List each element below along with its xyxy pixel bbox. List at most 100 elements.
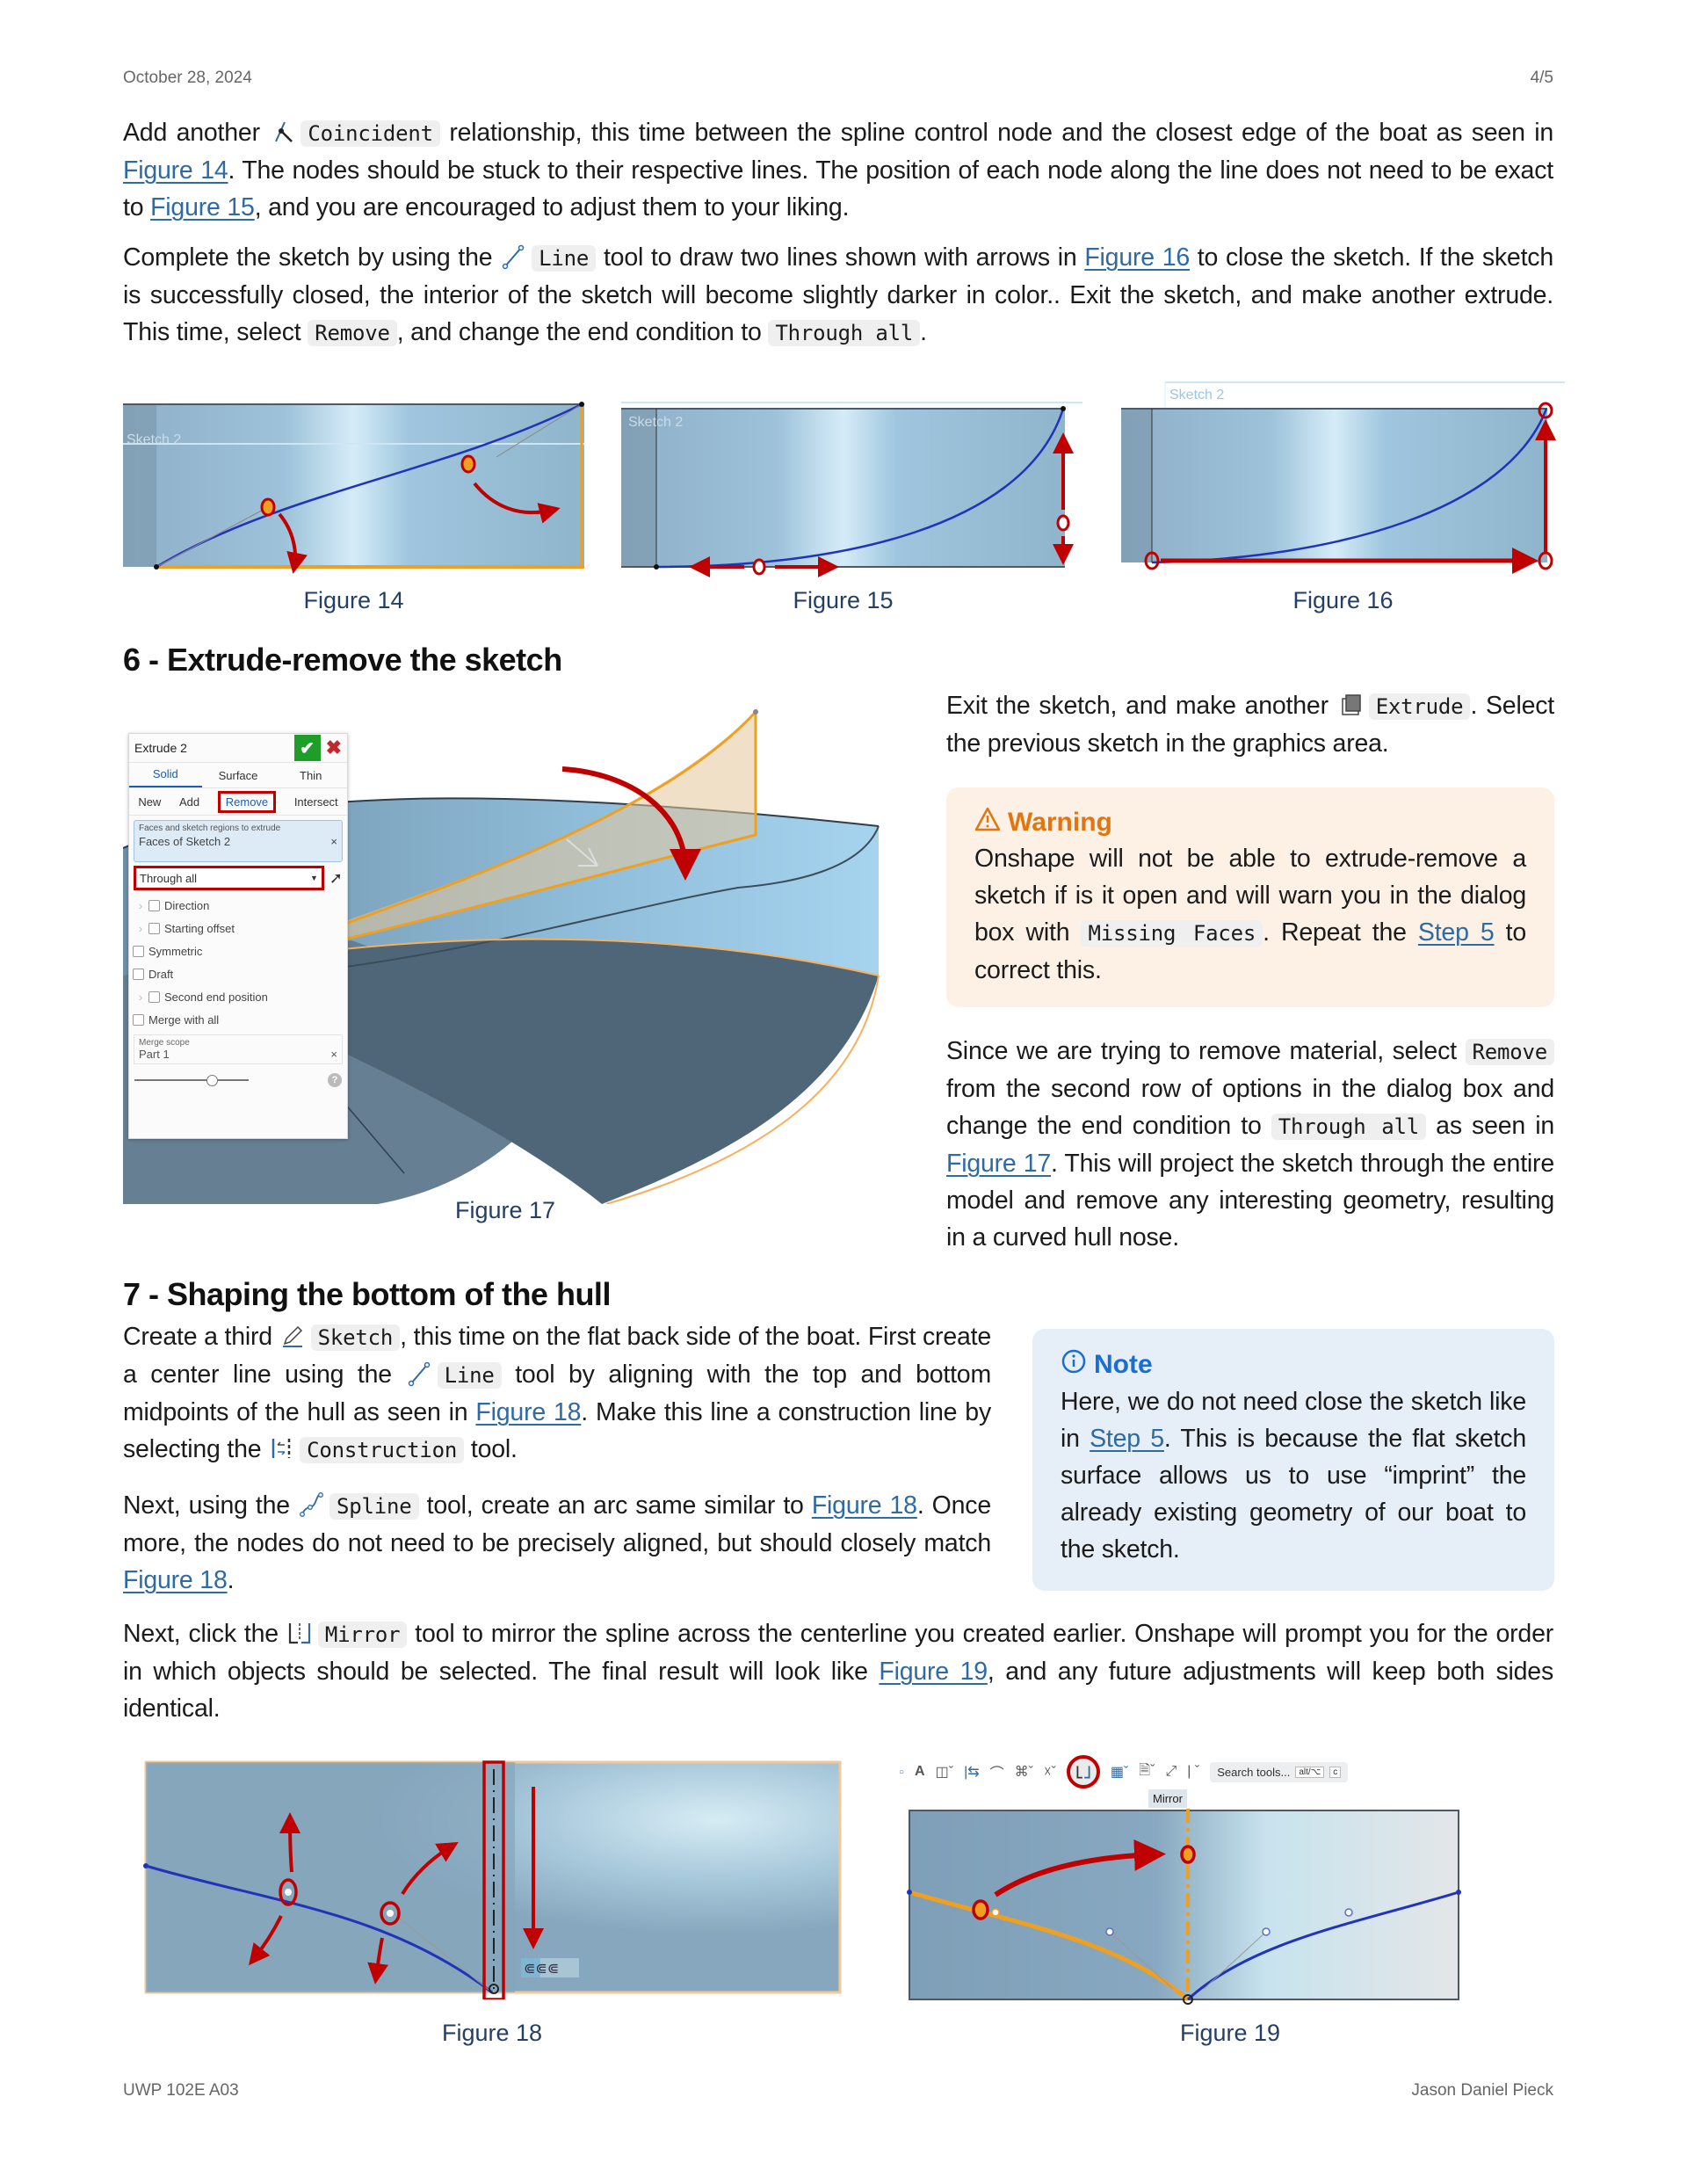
option-checkbox[interactable] [133, 968, 144, 980]
pattern-tool-icon[interactable]: ▦ˇ [1111, 1763, 1128, 1781]
text: Next, click the [123, 1620, 286, 1648]
shortcut-key-c: c [1329, 1766, 1342, 1778]
flip-direction-arrow-icon[interactable]: ➚ [329, 869, 343, 888]
text: , and change the end condition to [396, 318, 769, 346]
faces-label: Faces and sketch regions to extrude [139, 824, 281, 833]
header-date: October 28, 2024 [123, 69, 252, 87]
option-row[interactable]: › Starting offset [129, 917, 347, 940]
option-checkbox[interactable] [148, 922, 160, 934]
option-checkbox[interactable] [148, 899, 160, 911]
footer-course: UWP 102E A03 [123, 2081, 239, 2100]
end-condition-select[interactable]: Through all ▼ [134, 866, 324, 890]
point-tool-icon[interactable]: ○ [899, 1767, 904, 1777]
figure-16: Sketch 2 [1121, 378, 1565, 580]
op-new[interactable]: New [138, 795, 161, 809]
extrude-icon [1337, 692, 1364, 718]
sketch-tool-label: Sketch [310, 1324, 401, 1351]
dimension-tool-icon[interactable]: ⤢ [1165, 1764, 1177, 1780]
sketch-pencil-icon [279, 1323, 306, 1349]
section-6-paragraph-2: Since we are trying to remove material, … [946, 1033, 1554, 1256]
end-condition-value: Through all [140, 871, 198, 885]
figure-15-link[interactable]: Figure 15 [150, 193, 255, 221]
text: Create a third [123, 1323, 279, 1351]
merge-scope-value: Part 1 [139, 1048, 170, 1061]
mirror-toolbar-button[interactable] [1066, 1755, 1100, 1789]
section-7-paragraph-2: Next, using the Spline tool, create an a… [123, 1487, 991, 1599]
option-label: Draft [148, 967, 174, 981]
text: Add another [123, 119, 270, 147]
extrude-tool-label: Extrude [1368, 693, 1471, 720]
extend-tool-icon[interactable]: ☓ˇ [1044, 1763, 1056, 1781]
dxf-import-icon[interactable]: 🗎ˇ [1139, 1760, 1155, 1784]
construction-tool-label: Construction [300, 1437, 465, 1463]
option-checkbox[interactable] [133, 1013, 144, 1026]
text: Complete the sketch by using the [123, 243, 501, 272]
text-tool-icon[interactable]: A [915, 1764, 925, 1780]
figure-18-link[interactable]: Figure 18 [812, 1491, 917, 1520]
chevron-right-icon[interactable]: › [133, 922, 148, 935]
tab-solid[interactable]: Solid [129, 763, 202, 787]
option-label: Direction [164, 898, 210, 912]
op-intersect[interactable]: Intersect [294, 795, 338, 809]
coincident-glyphs: ⋐⋐⋐ [524, 1962, 559, 1977]
option-checkbox[interactable] [133, 945, 144, 957]
option-row[interactable]: Symmetric [129, 940, 347, 962]
text: . [227, 1566, 235, 1594]
merge-scope-field[interactable]: Merge scope Part 1 × [134, 1034, 343, 1064]
faces-selection-field[interactable]: Faces and sketch regions to extrude Face… [134, 820, 343, 862]
figure-15-caption: Figure 15 [793, 587, 894, 613]
tab-thin[interactable]: Thin [274, 769, 347, 782]
line-tool-icon [500, 243, 526, 270]
slider-handle[interactable] [206, 1075, 218, 1086]
faces-value: Faces of Sketch 2 [139, 835, 231, 848]
figure-16-link[interactable]: Figure 16 [1084, 243, 1190, 272]
help-icon[interactable]: ? [328, 1073, 342, 1087]
mirror-tool-label: Mirror [317, 1622, 408, 1648]
figure-17-link[interactable]: Figure 17 [946, 1150, 1051, 1178]
text: . Repeat the [1263, 918, 1418, 947]
fillet-tool-icon[interactable]: ⌒ [990, 1761, 1004, 1782]
figure-18-link[interactable]: Figure 18 [123, 1566, 228, 1594]
figure-14: Sketch 2 [123, 387, 584, 580]
construction-tool-icon[interactable]: |⇆ [964, 1763, 980, 1781]
tab-surface[interactable]: Surface [202, 769, 275, 782]
op-remove[interactable]: Remove [217, 790, 277, 813]
confirm-check-button[interactable]: ✔ [293, 735, 321, 761]
search-tools-input[interactable]: Search tools... alt/⌥ c [1210, 1761, 1349, 1782]
step-5-link[interactable]: Step 5 [1418, 918, 1495, 947]
merge-scope-label: Merge scope [139, 1038, 190, 1048]
chevron-right-icon[interactable]: › [133, 899, 148, 912]
option-checkbox[interactable] [148, 990, 160, 1003]
more-tools-icon[interactable]: | ˇ [1187, 1764, 1199, 1780]
figure-18-link[interactable]: Figure 18 [475, 1398, 581, 1426]
option-row[interactable]: Draft [129, 962, 347, 985]
spline-icon [298, 1491, 324, 1518]
chevron-right-icon[interactable]: › [133, 990, 148, 1004]
figure-19-link[interactable]: Figure 19 [879, 1658, 988, 1686]
figure-19-caption: Figure 19 [1179, 2020, 1281, 2046]
sketch-label: Sketch 2 [127, 432, 181, 447]
option-row[interactable]: › Second end position [129, 985, 347, 1008]
figure-14-link[interactable]: Figure 14 [123, 156, 228, 185]
clear-faces-icon[interactable]: × [330, 835, 337, 848]
cancel-x-button[interactable]: ✖ [326, 736, 342, 759]
option-row[interactable]: Merge with all [129, 1008, 347, 1031]
offset-tool-icon[interactable]: ◫ˇ [936, 1763, 953, 1781]
step-5-link[interactable]: Step 5 [1090, 1425, 1164, 1453]
construction-icon [268, 1435, 294, 1462]
clear-merge-scope-icon[interactable]: × [330, 1048, 337, 1061]
note-title-row: Note [1061, 1348, 1526, 1382]
through-all-code: Through all [768, 320, 921, 346]
coincident-tool-label: Coincident [300, 120, 440, 147]
option-row[interactable]: › Direction [129, 894, 347, 917]
section-7-paragraph-3: Next, click the Mirror tool to mirror th… [123, 1615, 1553, 1727]
note-title: Note [1094, 1350, 1153, 1379]
op-add[interactable]: Add [179, 795, 199, 809]
text: Exit the sketch, and make another [946, 692, 1337, 720]
remove-code: Remove [1465, 1039, 1554, 1065]
preview-slider[interactable] [134, 1075, 249, 1086]
warning-title-row: Warning [974, 807, 1526, 838]
spline-tool-label: Spline [329, 1493, 419, 1520]
warning-triangle-icon [974, 807, 1001, 838]
trim-tool-icon[interactable]: ⌘ˇ [1015, 1763, 1033, 1781]
